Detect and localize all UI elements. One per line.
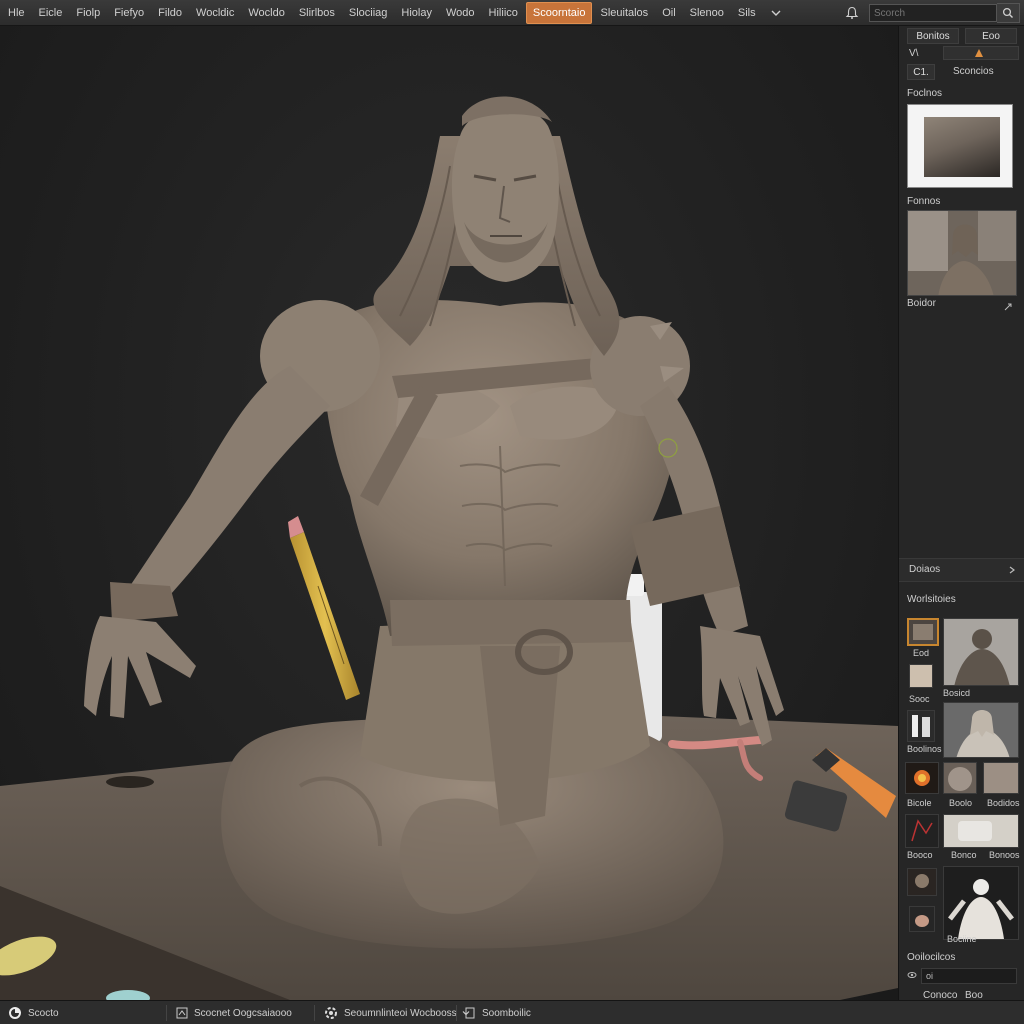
thumb-label-8: Booco xyxy=(907,850,933,860)
menu-item-16[interactable]: Sils xyxy=(732,3,762,23)
menu-item-0[interactable]: Hle xyxy=(2,3,31,23)
reference-preview[interactable] xyxy=(907,210,1017,296)
menu-bar: Hle Eicle Fiolp Fiefyo Fildo Wocldic Woc… xyxy=(0,0,1024,26)
settings-icon xyxy=(325,1007,337,1019)
row2-label: V\ xyxy=(909,48,919,59)
menu-item-11[interactable]: Hiliico xyxy=(483,3,524,23)
thumb-7[interactable] xyxy=(983,762,1019,794)
menu-item-12-active[interactable]: Scoorntaio xyxy=(525,2,593,24)
row3-label: Sconcios xyxy=(953,66,994,77)
thumb-label-9: Bonco xyxy=(951,850,977,860)
thumb-label-7: Bodidos xyxy=(987,798,1020,808)
chevron-right-icon[interactable] xyxy=(1007,565,1017,575)
menu-item-8[interactable]: Slociiag xyxy=(343,3,394,23)
thumb-12[interactable] xyxy=(909,906,935,932)
thumb-8[interactable] xyxy=(905,814,939,848)
thumb-3[interactable] xyxy=(907,710,935,742)
thumb-1[interactable] xyxy=(943,618,1019,686)
menu-item-14[interactable]: Oil xyxy=(656,3,681,23)
search-input[interactable] xyxy=(869,4,997,22)
status-item-4[interactable]: Soomboilic xyxy=(464,1004,531,1022)
thumb-9[interactable] xyxy=(943,814,1019,848)
warning-icon xyxy=(975,49,983,57)
menu-item-15[interactable]: Slenoo xyxy=(684,3,730,23)
thumb-label-12: Bociine xyxy=(947,934,977,944)
status-separator xyxy=(456,1005,457,1021)
menu-item-2[interactable]: Fiolp xyxy=(70,3,106,23)
section-header-3[interactable]: Doiaos xyxy=(899,558,1024,582)
search-icon[interactable] xyxy=(997,3,1020,23)
menu-item-7[interactable]: Slirlbos xyxy=(293,3,341,23)
material-swatch[interactable] xyxy=(907,104,1013,188)
menu-item-3[interactable]: Fiefyo xyxy=(108,3,150,23)
sculpture-belt xyxy=(390,600,632,646)
viewport[interactable] xyxy=(0,26,898,1000)
thumb-5[interactable] xyxy=(905,762,939,794)
thumb-label-4: Boolinos xyxy=(907,744,942,754)
menu-items: Hle Eicle Fiolp Fiefyo Fildo Wocldic Woc… xyxy=(2,0,782,26)
thumb-label-2: Bosicd xyxy=(943,688,971,698)
menu-item-6[interactable]: Wocldo xyxy=(242,3,290,23)
section-title-5: Ooilocilcos xyxy=(907,952,956,963)
status-item-1[interactable]: Scocto xyxy=(8,1004,59,1022)
status-bar: Scocto Scocnet Oogcsaiaooo Seoumnlinteoi… xyxy=(0,1000,1024,1024)
status-item-2[interactable]: Scocnet Oogcsaiaooo xyxy=(176,1004,292,1022)
eye-icon[interactable] xyxy=(907,970,917,980)
section-title-3: Doiaos xyxy=(909,564,941,575)
section-title-4: Worlsitoies xyxy=(907,594,956,605)
thumb-label-5: Bicole xyxy=(907,798,932,808)
menu-item-10[interactable]: Wodo xyxy=(440,3,481,23)
sculpt-scene[interactable] xyxy=(0,26,898,1000)
preview-caption: Boidor xyxy=(907,298,936,309)
status-item-1-label: Scocto xyxy=(28,1007,59,1019)
row2-slider[interactable] xyxy=(943,46,1019,60)
thumb-label-3: Sooc xyxy=(909,694,930,704)
status-item-4-label: Soomboilic xyxy=(482,1007,531,1019)
pencil-tool xyxy=(288,516,360,700)
sculpture-left-hand xyxy=(84,616,196,718)
top-right-controls xyxy=(843,3,1020,23)
menu-item-5[interactable]: Wocldic xyxy=(190,3,240,23)
thumb-0[interactable] xyxy=(907,618,939,646)
status-separator xyxy=(314,1005,315,1021)
thumb-6[interactable] xyxy=(943,762,977,794)
tab-eoo[interactable]: Eoo xyxy=(965,28,1017,44)
app-logo-icon xyxy=(9,1007,21,1019)
status-item-3-label: Seoumnlinteoi Wocbooss xyxy=(344,1007,457,1019)
menu-item-4[interactable]: Fildo xyxy=(152,3,188,23)
status-item-3[interactable]: Seoumnlinteoi Wocbooss xyxy=(324,1004,471,1022)
status-item-2-label: Scocnet Oogcsaiaooo xyxy=(194,1007,292,1019)
thumb-2[interactable] xyxy=(909,664,933,688)
panel-bottom-field[interactable]: oi xyxy=(921,968,1017,984)
status-separator xyxy=(166,1005,167,1021)
document-icon xyxy=(465,1007,475,1019)
menu-item-9[interactable]: Hiolay xyxy=(395,3,438,23)
sculpture-left-arm xyxy=(130,366,330,606)
chevron-down-icon[interactable] xyxy=(770,3,782,23)
thumb-label-0: Eod xyxy=(913,648,930,658)
right-panel: Bonitos Eoo V\ C1. Sconcios Foclnos Fonn… xyxy=(898,26,1024,1001)
thumb-11[interactable] xyxy=(943,866,1019,940)
thumb-4[interactable] xyxy=(943,702,1019,758)
section-title-2: Fonnos xyxy=(907,196,941,207)
thumb-label-10: Bonoos xyxy=(989,850,1020,860)
menu-item-1[interactable]: Eicle xyxy=(33,3,69,23)
bell-icon[interactable] xyxy=(843,4,861,22)
reference-image xyxy=(908,211,1016,295)
c1-button[interactable]: C1. xyxy=(907,64,935,80)
table-hole xyxy=(106,776,154,788)
expand-icon[interactable] xyxy=(1003,302,1013,312)
thumb-label-6: Boolo xyxy=(949,798,973,808)
tab-bonitos[interactable]: Bonitos xyxy=(907,28,959,44)
menu-item-13[interactable]: Sleuitalos xyxy=(594,3,654,23)
thumb-10[interactable] xyxy=(907,868,937,896)
section-title-1: Foclnos xyxy=(907,88,943,99)
layer-icon xyxy=(176,1007,188,1019)
